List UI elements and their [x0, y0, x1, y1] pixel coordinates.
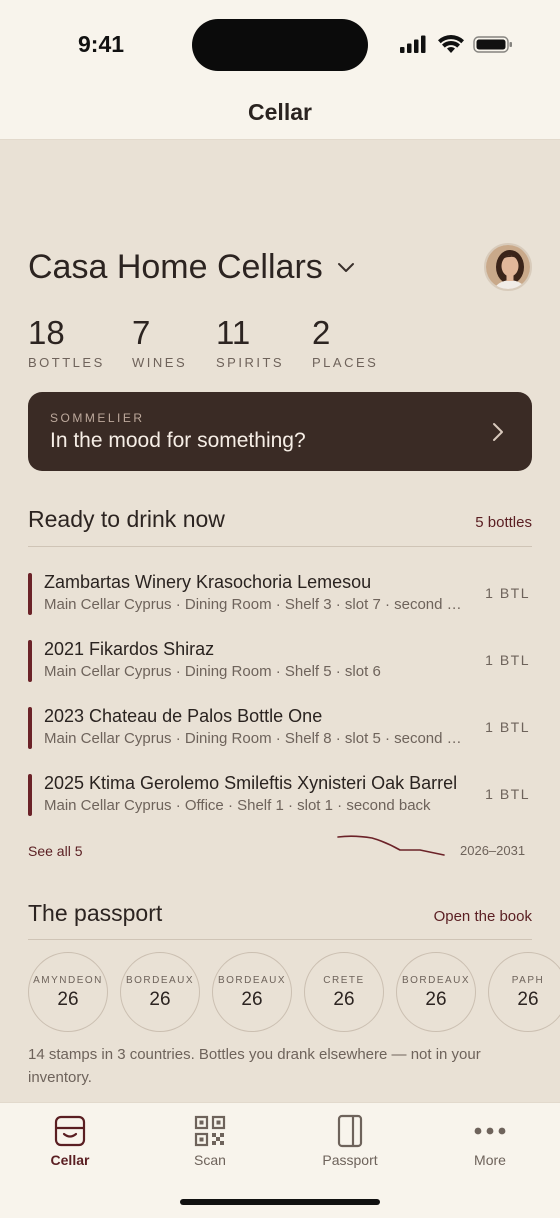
stamp-year: 26	[333, 989, 355, 1010]
passport-stamp[interactable]: PAPH 26	[488, 952, 560, 1032]
user-portrait-icon	[486, 245, 530, 289]
stamp-year: 26	[517, 989, 539, 1010]
sommelier-card[interactable]: SOMMELIER In the mood for something?	[28, 392, 532, 471]
bottle-count: 1 BTL	[485, 719, 530, 735]
stat-value: 7	[132, 314, 151, 351]
tab-scan[interactable]: Scan	[160, 1113, 260, 1168]
drink-window-bar	[28, 707, 32, 749]
cellar-name: Casa Home Cellars	[28, 248, 323, 286]
drink-window-bar	[28, 774, 32, 816]
wine-name: 2025 Ktima Gerolemo Smileftis Xynisteri …	[44, 773, 458, 793]
stamp-region: AMYNDEON	[33, 975, 103, 986]
bottle-count: 1 BTL	[485, 786, 530, 802]
stat-value: 2	[312, 314, 331, 351]
drink-window-range: 2026–2031	[460, 843, 526, 858]
tab-label: More	[474, 1152, 506, 1168]
wine-name: 2023 Chateau de Palos Bottle One	[44, 706, 323, 726]
stamp-region: CRETE	[323, 975, 365, 986]
sommelier-kicker: SOMMELIER	[50, 411, 145, 425]
passport-stamp[interactable]: CRETE 26	[304, 952, 384, 1032]
stat-spirits: 11 SPIRITS	[216, 314, 285, 371]
stamp-year: 26	[57, 989, 79, 1010]
tab-label: Cellar	[50, 1152, 90, 1168]
stat-label: WINES	[132, 355, 188, 370]
nav-title: Cellar	[248, 99, 312, 125]
stat-places: 2 PLACES	[312, 314, 379, 371]
wine-location: Main Cellar Cyprus · Dining Room · Shelf…	[44, 730, 468, 747]
tab-passport[interactable]: Passport	[300, 1113, 400, 1168]
see-all-link[interactable]: See all 5	[28, 843, 82, 859]
stamp-region: BORDEAUX	[401, 975, 471, 986]
status-time: 9:41	[78, 31, 125, 57]
sommelier-prompt: In the mood for something?	[50, 429, 306, 452]
drink-window-sparkline	[337, 835, 445, 856]
cellar-switcher[interactable]: Casa Home Cellars	[28, 248, 355, 287]
avatar[interactable]	[484, 243, 532, 291]
tab-label: Passport	[322, 1152, 378, 1168]
cellar-drawer-icon	[54, 1115, 86, 1147]
wine-location: Main Cellar Cyprus · Office · Shelf 1 · …	[44, 797, 431, 814]
passport-stamp[interactable]: BORDEAUX 26	[120, 952, 200, 1032]
passport-stamp[interactable]: BORDEAUX 26	[396, 952, 476, 1032]
passport-book-icon	[337, 1114, 363, 1148]
stamp-region: BORDEAUX	[217, 975, 287, 986]
passport-section-title: The passport	[28, 900, 163, 926]
stat-value: 11	[216, 314, 251, 351]
divider	[28, 939, 532, 940]
wine-location: Main Cellar Cyprus · Dining Room · Shelf…	[44, 663, 381, 680]
stat-wines: 7 WINES	[132, 314, 188, 371]
top-bar: 9:41 Cellar	[0, 0, 560, 140]
passport-note: 14 stamps in 3 countries. Bottles you dr…	[28, 1046, 481, 1086]
stat-value: 18	[28, 314, 65, 351]
wine-name: Zambartas Winery Krasochoria Lemesou	[44, 572, 372, 592]
ready-list-item[interactable]: 2021 Fikardos Shiraz Main Cellar Cyprus …	[28, 639, 532, 683]
wine-name: 2021 Fikardos Shiraz	[44, 639, 215, 659]
passport-stamp[interactable]: BORDEAUX 26	[212, 952, 292, 1032]
status-icons	[400, 35, 512, 53]
stamp-region: BORDEAUX	[125, 975, 195, 986]
drink-window-bar	[28, 573, 32, 615]
ready-list-item[interactable]: 2025 Ktima Gerolemo Smileftis Xynisteri …	[28, 773, 532, 817]
wine-location: Main Cellar Cyprus · Dining Room · Shelf…	[44, 596, 468, 613]
stat-label: BOTTLES	[28, 355, 105, 370]
ready-section-title: Ready to drink now	[28, 506, 225, 532]
stat-label: PLACES	[312, 355, 379, 370]
drink-window-bar	[28, 640, 32, 682]
dynamic-island	[192, 19, 368, 71]
bottle-count: 1 BTL	[485, 585, 530, 601]
ready-count-link[interactable]: 5 bottles	[475, 514, 532, 531]
tab-more[interactable]: More	[440, 1113, 540, 1168]
more-dots-icon	[474, 1127, 506, 1135]
ready-list-item[interactable]: 2023 Chateau de Palos Bottle One Main Ce…	[28, 706, 532, 750]
ready-list-item[interactable]: Zambartas Winery Krasochoria Lemesou Mai…	[28, 572, 532, 616]
cellular-signal-icon	[400, 35, 426, 53]
divider	[28, 546, 532, 547]
stamp-year: 26	[425, 989, 447, 1010]
bottle-count: 1 BTL	[485, 652, 530, 668]
open-the-book-link[interactable]: Open the book	[434, 908, 532, 925]
wifi-icon	[438, 35, 464, 53]
tab-cellar[interactable]: Cellar	[20, 1113, 120, 1168]
stat-label: SPIRITS	[216, 355, 285, 370]
passport-stamp[interactable]: AMYNDEON 26	[28, 952, 108, 1032]
stamp-region: PAPH	[511, 975, 545, 986]
stamp-year: 26	[241, 989, 263, 1010]
home-indicator	[180, 1199, 380, 1205]
passport-stamps-carousel[interactable]: AMYNDEON 26 BORDEAUX 26 BORDEAUX 26 CRET…	[28, 952, 560, 1032]
chevron-down-icon	[337, 262, 354, 272]
stat-bottles: 18 BOTTLES	[28, 314, 105, 371]
tab-label: Scan	[194, 1152, 226, 1168]
qr-code-icon	[194, 1115, 226, 1147]
chevron-right-icon	[493, 423, 503, 441]
stamp-year: 26	[149, 989, 171, 1010]
battery-icon	[473, 36, 512, 53]
